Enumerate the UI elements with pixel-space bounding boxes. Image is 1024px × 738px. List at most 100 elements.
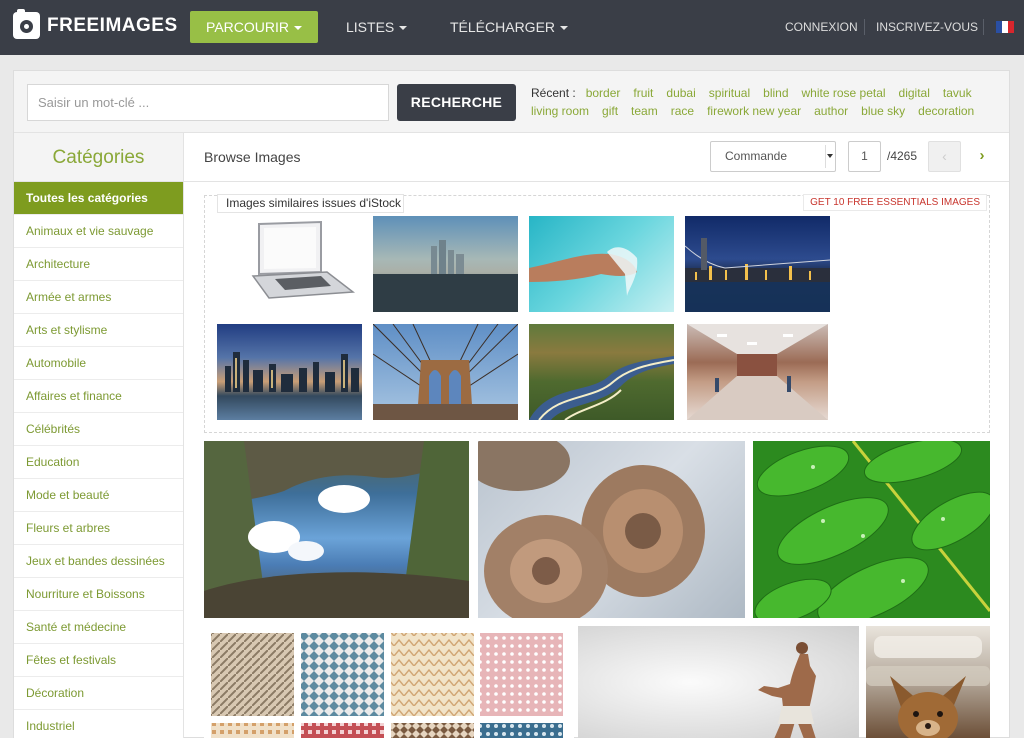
brand-name: FREEIMAGES <box>47 14 178 36</box>
city-skyline-haze-photo <box>373 240 518 312</box>
prev-page-button[interactable]: ‹ <box>928 141 961 172</box>
category-flowers[interactable]: Fleurs et arbres <box>14 512 183 545</box>
category-military[interactable]: Armée et armes <box>14 281 183 314</box>
laptop-photo <box>251 220 356 299</box>
category-architecture[interactable]: Architecture <box>14 248 183 281</box>
image-thumbnail[interactable] <box>204 626 574 738</box>
recent-tag[interactable]: white rose petal <box>802 86 886 100</box>
image-thumbnail[interactable] <box>866 626 990 738</box>
categories-sidebar: Catégories Toutes les catégories Animaux… <box>14 133 184 738</box>
chevron-right-icon: › <box>979 147 985 164</box>
chicago-skyline-photo <box>225 352 359 392</box>
bridge-cables-photo <box>373 324 518 420</box>
recent-tag[interactable]: dubai <box>666 86 695 100</box>
sort-select-value: Commande <box>725 149 788 163</box>
image-thumbnail[interactable] <box>217 216 362 312</box>
image-thumbnail[interactable] <box>753 441 990 618</box>
recent-tag[interactable]: team <box>631 104 658 118</box>
select-arrow-icon <box>825 145 833 168</box>
browse-menu-button[interactable]: PARCOURIR <box>190 11 318 43</box>
next-page-button[interactable]: › <box>969 141 995 172</box>
category-food[interactable]: Nourriture et Boissons <box>14 578 183 611</box>
category-holidays[interactable]: Fêtes et festivals <box>14 644 183 677</box>
download-menu-button[interactable]: TÉLÉCHARGER <box>450 11 569 43</box>
image-thumbnail[interactable] <box>478 441 745 618</box>
tall-trees-sky-photo <box>204 441 469 618</box>
logo[interactable]: FREEIMAGES <box>13 9 178 39</box>
recent-tag[interactable]: firework new year <box>707 104 801 118</box>
recent-tag[interactable]: race <box>671 104 694 118</box>
recent-tag[interactable]: author <box>814 104 848 118</box>
recent-tag[interactable]: gift <box>602 104 618 118</box>
winding-road-photo <box>529 356 674 420</box>
recent-tag[interactable]: living room <box>531 104 589 118</box>
hand-water-photo <box>529 247 638 296</box>
category-automobile[interactable]: Automobile <box>14 347 183 380</box>
recent-tag[interactable]: blue sky <box>861 104 905 118</box>
login-link[interactable]: CONNEXION <box>785 20 858 34</box>
istock-cta-link[interactable]: GET 10 FREE ESSENTIALS IMAGES <box>803 194 987 211</box>
image-thumbnail[interactable] <box>204 441 469 618</box>
category-business[interactable]: Affaires et finance <box>14 380 183 413</box>
image-thumbnail[interactable] <box>685 216 830 312</box>
sort-select[interactable]: Commande <box>710 141 836 172</box>
recent-tag[interactable]: spiritual <box>709 86 750 100</box>
caret-down-icon <box>293 26 302 31</box>
category-fashion[interactable]: Mode et beauté <box>14 479 183 512</box>
page-total: /4265 <box>887 149 918 163</box>
dancer-photo <box>758 642 816 738</box>
recent-searches: Récent : border fruit dubai spiritual blind wh… <box>531 84 1001 120</box>
image-thumbnail[interactable] <box>217 324 362 420</box>
recent-tag[interactable]: tavuk <box>943 86 972 100</box>
image-thumbnail[interactable] <box>529 324 674 420</box>
recent-label: Récent : <box>531 86 576 100</box>
recent-tag[interactable]: blind <box>763 86 788 100</box>
category-animals[interactable]: Animaux et vie sauvage <box>14 215 183 248</box>
chevron-left-icon: ‹ <box>942 148 947 164</box>
category-industrial[interactable]: Industriel <box>14 710 183 738</box>
category-decoration[interactable]: Décoration <box>14 677 183 710</box>
page-title: Browse Images <box>204 149 301 165</box>
french-flag-icon[interactable] <box>996 21 1014 33</box>
chihuahua-puppy-photo <box>866 636 990 738</box>
recent-tag[interactable]: digital <box>899 86 930 100</box>
pine-cones-photo <box>478 441 705 618</box>
recent-tag[interactable]: fruit <box>633 86 653 100</box>
search-input[interactable] <box>27 84 389 121</box>
image-thumbnail[interactable] <box>529 216 674 312</box>
caret-down-icon <box>560 26 569 31</box>
register-link[interactable]: INSCRIVEZ-VOUS <box>876 20 978 34</box>
green-leaves-photo <box>754 441 990 618</box>
hospital-corridor-photo <box>687 324 828 420</box>
image-thumbnail[interactable] <box>578 626 859 738</box>
categories-title: Catégories <box>14 133 183 182</box>
category-all[interactable]: Toutes les catégories <box>14 182 183 215</box>
nav-divider <box>864 19 865 35</box>
search-button[interactable]: RECHERCHE <box>397 84 516 121</box>
category-arts[interactable]: Arts et stylisme <box>14 314 183 347</box>
page-number-input[interactable]: 1 <box>848 141 881 172</box>
lists-menu-button[interactable]: LISTES <box>346 11 408 43</box>
category-celebrities[interactable]: Célébrités <box>14 413 183 446</box>
content-panel: RECHERCHE Récent : border fruit dubai spirit… <box>13 70 1010 738</box>
download-menu-label: TÉLÉCHARGER <box>450 19 556 35</box>
istock-title: Images similaires issues d'iStock <box>217 194 405 213</box>
image-thumbnail[interactable] <box>373 216 518 312</box>
category-education[interactable]: Education <box>14 446 183 479</box>
istock-similar-box: Images similaires issues d'iStock GET 10… <box>204 194 990 433</box>
browse-menu-label: PARCOURIR <box>206 19 289 35</box>
nav-divider <box>983 19 984 35</box>
browse-header: Browse Images Commande 1 /4265 ‹ › <box>184 133 1009 182</box>
brooklyn-bridge-night-photo <box>685 238 830 312</box>
recent-tag[interactable]: border <box>586 86 621 100</box>
search-bar: RECHERCHE Récent : border fruit dubai spirit… <box>14 71 1009 133</box>
lists-menu-label: LISTES <box>346 19 395 35</box>
image-thumbnail[interactable] <box>687 324 828 420</box>
patterns-photo <box>211 633 563 738</box>
image-thumbnail[interactable] <box>373 324 518 420</box>
category-health[interactable]: Santé et médecine <box>14 611 183 644</box>
camera-icon <box>13 9 40 39</box>
category-games[interactable]: Jeux et bandes dessinées <box>14 545 183 578</box>
recent-tag[interactable]: decoration <box>918 104 974 118</box>
top-navbar: FREEIMAGES PARCOURIR LISTES TÉLÉCHARGER … <box>0 0 1024 55</box>
